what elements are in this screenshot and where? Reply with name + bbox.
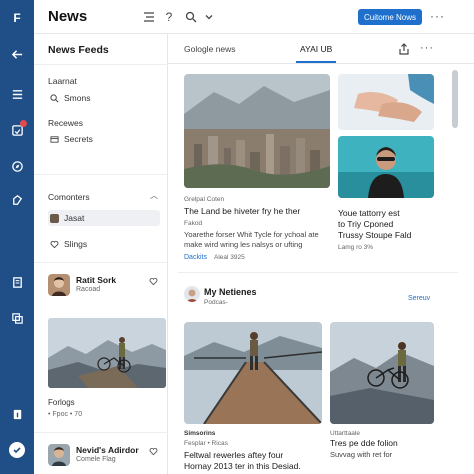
sidebar: News Feeds Laarnat Smons Recewes Secrets…: [34, 34, 168, 474]
heart-icon: [50, 240, 59, 248]
article-snippet-line: Yoarethe forser Whit Tycle for ychoal at…: [184, 230, 319, 239]
active-tab-indicator: [296, 61, 336, 63]
document-icon[interactable]: [9, 274, 25, 290]
article-image[interactable]: [184, 322, 322, 424]
person-subtitle: Racoad: [76, 286, 101, 293]
primary-action-button[interactable]: Cuitome Nows: [358, 9, 422, 25]
tab-active[interactable]: AYAI UB: [300, 44, 332, 54]
scrollbar[interactable]: [452, 70, 458, 128]
search-icon[interactable]: [184, 10, 198, 24]
sidebar-photo[interactable]: [48, 318, 166, 388]
article-source: Uttarttaale: [330, 430, 360, 437]
article-snippet-line: make wird wring les nalsys or ufting: [184, 240, 303, 249]
person-subtitle: Comele Flag: [76, 456, 116, 463]
app-logo[interactable]: F: [7, 8, 27, 28]
compass-icon[interactable]: [9, 158, 25, 174]
article-author: Fakod: [184, 220, 203, 227]
user-icon[interactable]: [9, 442, 25, 458]
tag-icon[interactable]: [9, 192, 25, 208]
article-source: Grelpal Coten: [184, 196, 225, 203]
sidebar-item-label: Smons: [64, 93, 91, 103]
section-label: Comonters: [48, 192, 90, 202]
tab-bar: Gologle news AYAI UB ···: [168, 34, 474, 64]
sidebar-title: News Feeds: [48, 44, 109, 56]
article-date: Aleal 3925: [214, 254, 245, 261]
tab-google-news[interactable]: Gologle news: [184, 44, 236, 54]
notification-dot: [20, 120, 27, 127]
more-options-icon[interactable]: ···: [430, 9, 445, 23]
sidebar-item-label: Secrets: [64, 134, 93, 144]
menu-icon[interactable]: [9, 86, 25, 102]
sidebar-item-search[interactable]: Smons: [48, 90, 160, 106]
article-headline-line[interactable]: Hornay 2013 ter in this Desiad.: [184, 461, 334, 472]
article-image[interactable]: [338, 136, 434, 198]
share-icon[interactable]: [398, 43, 410, 55]
article-headline-line[interactable]: Youe tattorry est: [338, 208, 448, 219]
more-options-icon[interactable]: ···: [420, 42, 433, 54]
avatar: [184, 286, 200, 302]
chevron-up-icon[interactable]: ︿: [150, 190, 158, 201]
article-meta: Lamg ro 3%: [338, 244, 374, 251]
divider: [34, 432, 168, 433]
sidebar-item-label: Slings: [64, 239, 88, 249]
avatar-icon: [50, 213, 59, 223]
article-image[interactable]: [338, 74, 434, 130]
person-card[interactable]: Ratit Sork Racoad: [48, 274, 160, 300]
sidebar-item-label: Jasat: [64, 213, 85, 223]
article-headline-line[interactable]: Tres pe dde folion: [330, 438, 440, 449]
back-arrow-icon[interactable]: [9, 46, 25, 62]
see-all-link[interactable]: Sereuv: [408, 295, 430, 302]
list-icon[interactable]: [142, 10, 156, 24]
sidebar-item-secrets[interactable]: Secrets: [48, 131, 160, 147]
info-icon[interactable]: [9, 406, 25, 422]
folder-icon: [50, 135, 59, 143]
divider: [34, 262, 168, 263]
person-name: Nevid's Adirdor: [76, 445, 139, 455]
app-title: News: [48, 8, 88, 25]
article-snippet: Suvvag with ret for: [330, 450, 393, 459]
section-label: Recewes: [48, 118, 83, 128]
article-image[interactable]: [184, 74, 330, 188]
top-header: News ? Cuitome Nows ···: [34, 0, 474, 34]
article-headline-line[interactable]: to Triy Cponed: [338, 219, 448, 230]
divider: [34, 174, 168, 175]
main-feed: Gologle news AYAI UB ··· Grelpal Coten T…: [168, 34, 474, 474]
article-image[interactable]: [330, 322, 434, 424]
person-name: Ratit Sork: [76, 275, 117, 285]
section-title: My Netienes: [204, 287, 257, 297]
app-rail: F: [0, 0, 34, 474]
divider: [178, 272, 458, 273]
article-headline[interactable]: The Land be hiveter fry he ther: [184, 206, 334, 217]
photo-caption: Forlogs: [48, 398, 75, 407]
divider: [34, 64, 168, 65]
search-icon: [50, 93, 59, 102]
article-link[interactable]: Dackits: [184, 254, 207, 261]
layers-icon[interactable]: [9, 310, 25, 326]
section-label: Laarnat: [48, 76, 77, 86]
article-meta: Fesplar • Ricas: [184, 440, 228, 447]
inbox-icon[interactable]: [9, 120, 27, 138]
section-subtitle: Podcas-: [204, 299, 228, 306]
article-headline-line[interactable]: Feltwal rewerles aftey four: [184, 450, 334, 461]
avatar: [48, 444, 70, 466]
sidebar-item-likes[interactable]: Slings: [48, 236, 160, 252]
article-source: Simsorins: [184, 430, 216, 437]
article-headline-line[interactable]: Trussy Stoupe Fald: [338, 230, 448, 241]
person-card[interactable]: Nevid's Adirdor Comele Flag: [48, 444, 160, 470]
photo-subcaption: • Fpoc • 70: [48, 411, 83, 418]
avatar: [48, 274, 70, 296]
help-icon[interactable]: ?: [162, 10, 176, 24]
chevron-down-icon[interactable]: [202, 10, 216, 24]
heart-icon[interactable]: [149, 277, 158, 286]
sidebar-item-active[interactable]: Jasat: [48, 210, 160, 226]
heart-icon[interactable]: [149, 447, 158, 456]
